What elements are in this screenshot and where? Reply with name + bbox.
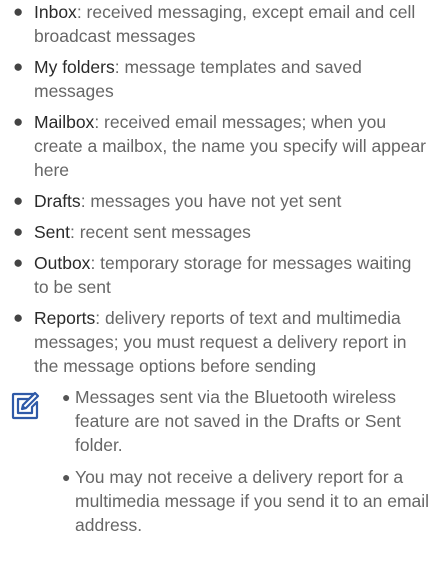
folder-item-outbox: ● Outbox: temporary storage for messages… — [0, 251, 438, 299]
note-item: ● You may not receive a delivery report … — [62, 465, 430, 537]
folder-item-mailbox: ● Mailbox: received email messages; when… — [0, 110, 438, 182]
folder-term: Inbox — [34, 2, 77, 22]
note-text: You may not receive a delivery report fo… — [75, 467, 430, 535]
bullet-icon: ● — [13, 57, 24, 76]
folder-term: My folders — [34, 57, 115, 77]
manual-page: ● Inbox: received messaging, except emai… — [0, 0, 438, 545]
folder-description: : temporary storage for messages waiting… — [34, 253, 412, 297]
note-block: ● Messages sent via the Bluetooth wirele… — [0, 385, 438, 537]
bullet-icon: ● — [13, 191, 24, 210]
bullet-icon: ● — [62, 469, 71, 485]
folder-item-sent: ● Sent: recent sent messages — [0, 220, 438, 244]
bullet-icon: ● — [62, 389, 71, 405]
folder-term: Drafts — [34, 191, 81, 211]
folder-term: Outbox — [34, 253, 91, 273]
folder-term: Mailbox — [34, 112, 95, 132]
bullet-icon: ● — [13, 308, 24, 327]
note-item: ● Messages sent via the Bluetooth wirele… — [62, 385, 430, 457]
folder-description: : messages you have not yet sent — [80, 191, 342, 211]
folder-item-drafts: ● Drafts: messages you have not yet sent — [0, 189, 438, 213]
folder-description: : recent sent messages — [70, 222, 251, 242]
folder-item-reports: ● Reports: delivery reports of text and … — [0, 306, 438, 378]
bullet-icon: ● — [13, 253, 24, 272]
folder-list: ● Inbox: received messaging, except emai… — [0, 0, 438, 378]
folder-term: Sent — [34, 222, 70, 242]
note-pencil-icon — [11, 391, 40, 420]
folder-item-my-folders: ● My folders: message templates and save… — [0, 55, 438, 103]
bullet-icon: ● — [13, 222, 24, 241]
bullet-icon: ● — [13, 2, 24, 21]
note-text: Messages sent via the Bluetooth wireless… — [75, 387, 401, 455]
folder-term: Reports — [34, 308, 96, 328]
bullet-icon: ● — [13, 112, 24, 131]
folder-description: : received messaging, except email and c… — [34, 2, 416, 46]
folder-item-inbox: ● Inbox: received messaging, except emai… — [0, 0, 438, 48]
